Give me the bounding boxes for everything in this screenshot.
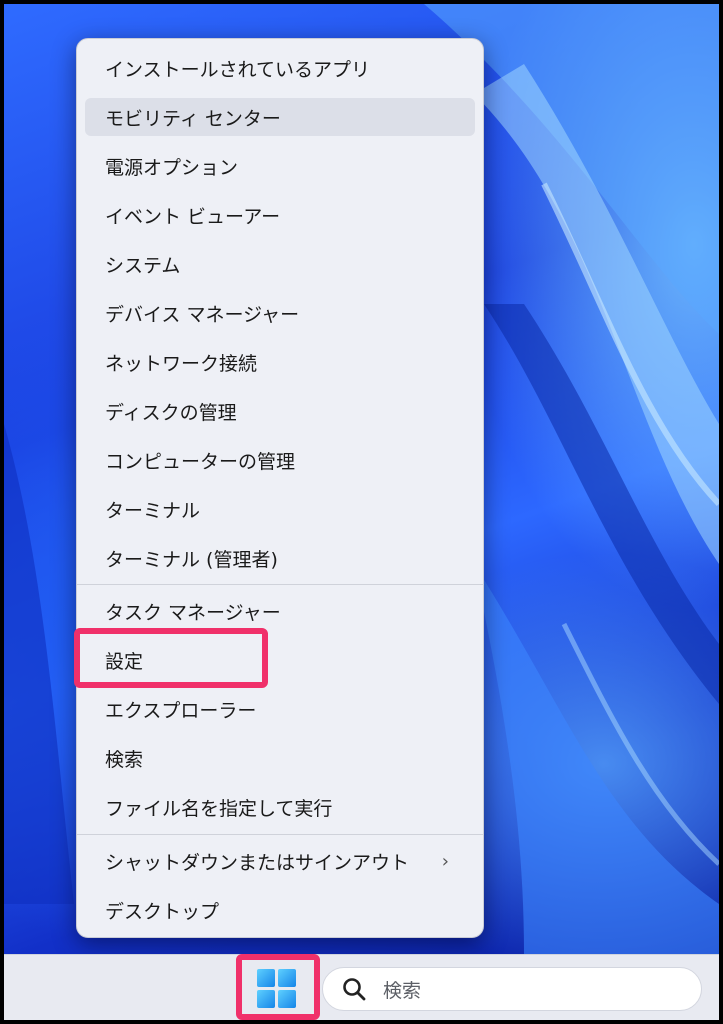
menu-item-mobility-center[interactable]: モビリティ センター: [85, 98, 475, 136]
menu-item-event-viewer[interactable]: イベント ビューアー: [85, 196, 475, 234]
menu-item-search[interactable]: 検索: [85, 739, 475, 777]
taskbar: 検索: [4, 954, 719, 1020]
desktop-screen: インストールされているアプリ モビリティ センター 電源オプション イベント ビ…: [4, 4, 719, 1020]
menu-item-terminal-admin[interactable]: ターミナル (管理者): [85, 539, 475, 577]
menu-item-label: インストールされているアプリ: [105, 58, 371, 81]
taskbar-search-box[interactable]: 検索: [322, 967, 702, 1011]
menu-item-disk-management[interactable]: ディスクの管理: [85, 392, 475, 430]
menu-item-label: モビリティ センター: [105, 107, 281, 130]
menu-item-label: ネットワーク接続: [105, 352, 258, 375]
menu-item-label: 設定: [105, 650, 144, 673]
menu-item-label: ターミナル (管理者): [105, 548, 278, 571]
menu-separator: [77, 834, 483, 835]
menu-item-installed-apps[interactable]: インストールされているアプリ: [85, 49, 475, 87]
quick-link-menu: インストールされているアプリ モビリティ センター 電源オプション イベント ビ…: [76, 38, 484, 938]
menu-item-shutdown-signout[interactable]: シャットダウンまたはサインアウト ›: [85, 842, 475, 880]
search-icon: [343, 978, 366, 1001]
menu-item-network-connections[interactable]: ネットワーク接続: [85, 343, 475, 381]
menu-item-computer-management[interactable]: コンピューターの管理: [85, 441, 475, 479]
chevron-right-icon: ›: [441, 851, 449, 872]
menu-item-task-manager[interactable]: タスク マネージャー: [85, 592, 475, 630]
windows-logo-icon: [256, 968, 296, 1008]
start-button[interactable]: [236, 955, 316, 1020]
menu-item-label: シャットダウンまたはサインアウト: [105, 851, 410, 874]
menu-item-label: システム: [105, 254, 181, 277]
search-placeholder: 検索: [383, 979, 422, 1002]
menu-item-settings[interactable]: 設定: [85, 641, 475, 679]
menu-item-run[interactable]: ファイル名を指定して実行: [85, 788, 475, 826]
menu-item-label: 検索: [105, 748, 144, 771]
menu-item-power-options[interactable]: 電源オプション: [85, 147, 475, 185]
menu-item-label: コンピューターの管理: [105, 450, 296, 473]
menu-item-explorer[interactable]: エクスプローラー: [85, 690, 475, 728]
menu-item-label: デバイス マネージャー: [105, 303, 300, 326]
menu-item-label: ファイル名を指定して実行: [105, 797, 333, 820]
menu-item-label: イベント ビューアー: [105, 205, 281, 228]
menu-item-label: エクスプローラー: [105, 699, 257, 722]
menu-item-label: デスクトップ: [105, 900, 220, 923]
menu-item-system[interactable]: システム: [85, 245, 475, 283]
menu-item-terminal[interactable]: ターミナル: [85, 490, 475, 528]
menu-item-label: タスク マネージャー: [105, 601, 281, 624]
menu-item-label: ディスクの管理: [105, 401, 237, 424]
menu-item-label: ターミナル: [105, 499, 201, 522]
menu-item-device-manager[interactable]: デバイス マネージャー: [85, 294, 475, 332]
menu-item-desktop[interactable]: デスクトップ: [85, 891, 475, 929]
menu-item-label: 電源オプション: [105, 156, 239, 179]
menu-separator: [77, 584, 483, 585]
